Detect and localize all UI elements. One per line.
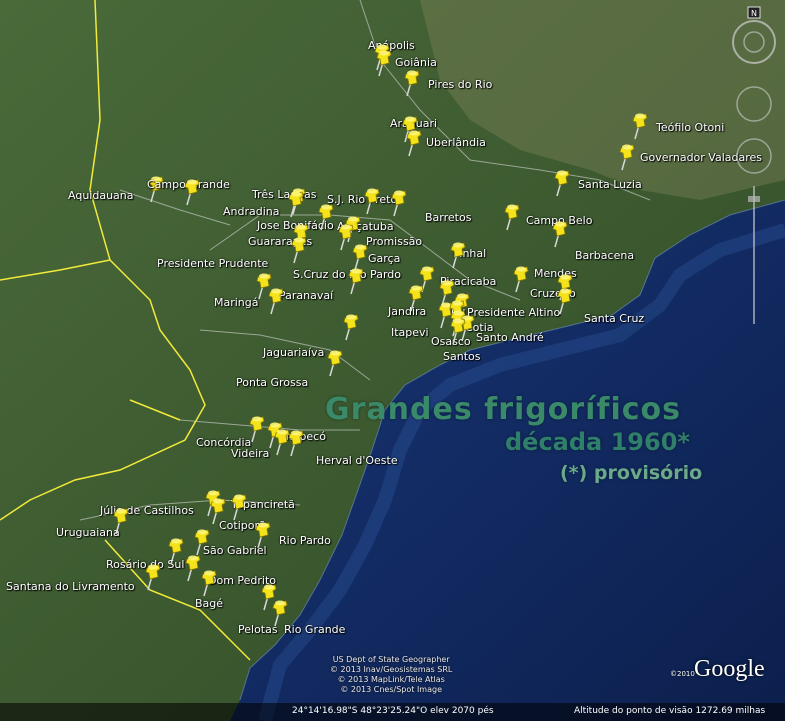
pushpin-icon[interactable]: [549, 219, 571, 249]
pushpin-icon[interactable]: [388, 188, 410, 218]
place-label[interactable]: Santo André: [476, 332, 544, 344]
place-label[interactable]: Santa Luzia: [578, 179, 642, 191]
pushpin-icon[interactable]: [324, 348, 346, 378]
pushpin-icon[interactable]: [345, 266, 367, 296]
credit-line: US Dept of State Geographer: [332, 655, 450, 664]
map-note: (*) provisório: [560, 462, 703, 484]
credit-line: © 2013 Cnes/Spot Image: [340, 685, 442, 694]
navigation-controls: N: [732, 6, 776, 324]
pushpin-icon[interactable]: [447, 240, 469, 270]
north-indicator-icon: N: [747, 6, 761, 19]
place-label[interactable]: Maringá: [214, 297, 259, 309]
place-label[interactable]: Barretos: [425, 212, 471, 224]
pushpin-icon[interactable]: [285, 189, 307, 219]
pushpin-icon[interactable]: [285, 428, 307, 458]
map-subtitle: década 1960*: [505, 428, 690, 456]
map-title: Grandes frigoríficos: [325, 392, 682, 427]
place-label[interactable]: Andradina: [223, 206, 280, 218]
cursor-coordinates: 24°14'16.98"S 48°23'25.24"O elev 2070 pé…: [292, 706, 494, 716]
move-joystick[interactable]: [736, 138, 772, 174]
place-label[interactable]: Videira: [231, 448, 269, 460]
place-label[interactable]: Pires do Rio: [428, 79, 492, 91]
compass-ring[interactable]: [732, 20, 776, 64]
zoom-slider[interactable]: [748, 186, 760, 324]
status-bar: 24°14'16.98"S 48°23'25.24"O elev 2070 pé…: [0, 703, 785, 721]
pushpin-icon[interactable]: [554, 286, 576, 316]
place-label[interactable]: Garça: [368, 253, 400, 265]
pushpin-icon[interactable]: [207, 496, 229, 526]
place-label[interactable]: Herval d'Oeste: [316, 455, 398, 467]
place-label[interactable]: Rio Pardo: [279, 535, 331, 547]
place-label[interactable]: Paranavaí: [279, 290, 333, 302]
google-logo: Google: [694, 656, 765, 682]
pushpin-icon[interactable]: [401, 68, 423, 98]
place-label[interactable]: Itapevi: [391, 327, 429, 339]
pushpin-icon[interactable]: [198, 568, 220, 598]
place-label[interactable]: Barbacena: [575, 250, 634, 262]
map-credits: US Dept of State Geographer © 2013 Inav/…: [330, 655, 452, 695]
place-label[interactable]: Rio Grande: [284, 624, 345, 636]
place-label[interactable]: Uberlândia: [426, 137, 486, 149]
look-joystick[interactable]: [736, 86, 772, 122]
pushpin-icon[interactable]: [447, 316, 469, 346]
pushpin-icon[interactable]: [288, 235, 310, 265]
google-year: ©2010: [670, 670, 695, 678]
pushpin-icon[interactable]: [142, 562, 164, 592]
place-label[interactable]: Promissão: [366, 236, 422, 248]
credit-line: © 2013 Inav/Geosistemas SRL: [330, 665, 453, 674]
pushpin-icon[interactable]: [501, 202, 523, 232]
svg-text:N: N: [751, 9, 757, 18]
pushpin-icon[interactable]: [403, 128, 425, 158]
place-label[interactable]: Aquidauana: [68, 190, 134, 202]
pushpin-icon[interactable]: [181, 177, 203, 207]
place-label[interactable]: Teófilo Otoni: [656, 122, 724, 134]
place-label[interactable]: Presidente Prudente: [157, 258, 268, 270]
place-label[interactable]: Bagé: [195, 598, 223, 610]
credit-line: © 2013 MapLink/Tele Atlas: [337, 675, 445, 684]
pushpin-icon[interactable]: [616, 142, 638, 172]
pushpin-icon[interactable]: [265, 286, 287, 316]
pushpin-icon[interactable]: [315, 202, 337, 232]
pushpin-icon[interactable]: [405, 283, 427, 313]
pushpin-icon[interactable]: [269, 598, 291, 628]
pushpin-icon[interactable]: [110, 506, 132, 536]
pushpin-icon[interactable]: [551, 168, 573, 198]
place-label[interactable]: Santa Cruz: [584, 313, 644, 325]
place-label[interactable]: Santana do Livramento: [6, 581, 135, 593]
place-label[interactable]: Presidente Altino: [467, 307, 560, 319]
pushpin-icon[interactable]: [228, 492, 250, 522]
map-view[interactable]: AnápolisGoiâniaPires do RioAraguariUberl…: [0, 0, 785, 721]
pushpin-icon[interactable]: [373, 48, 395, 78]
place-label[interactable]: Santos: [443, 351, 480, 363]
eye-altitude: Altitude do ponto de visão 1272.69 milha…: [574, 706, 766, 716]
place-label[interactable]: Jaguariaíva: [263, 347, 324, 359]
map-background: [0, 0, 785, 721]
place-label[interactable]: Ponta Grossa: [236, 377, 308, 389]
pushpin-icon[interactable]: [361, 186, 383, 216]
pushpin-icon[interactable]: [510, 264, 532, 294]
pushpin-icon[interactable]: [340, 312, 362, 342]
pushpin-icon[interactable]: [629, 111, 651, 141]
